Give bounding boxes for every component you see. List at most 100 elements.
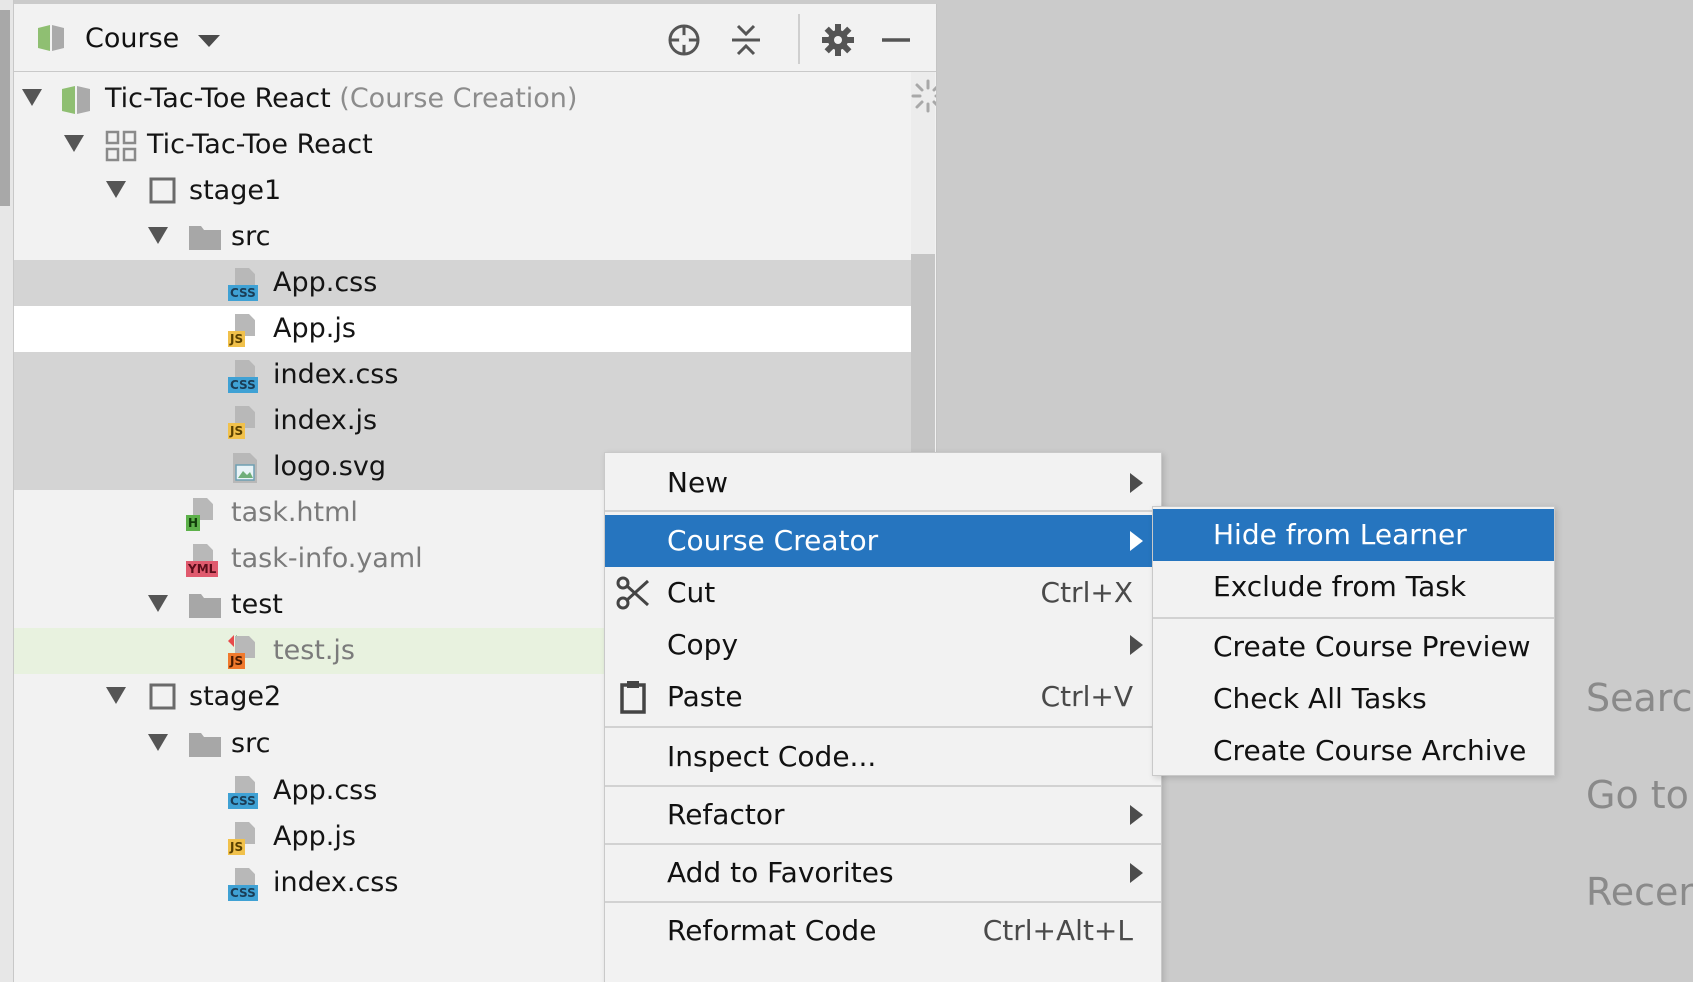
task-square-icon xyxy=(149,683,176,710)
chevron-down-icon[interactable] xyxy=(198,35,220,47)
submenu-arrow-icon xyxy=(1130,805,1143,825)
css-file-icon: CSS xyxy=(228,867,262,901)
tree-label: task.html xyxy=(231,497,358,528)
tree-row-lesson[interactable]: Tic-Tac-Toe React xyxy=(14,122,911,168)
js-file-icon: JS xyxy=(228,313,262,347)
menu-item-reformat-code[interactable]: Reformat Code Ctrl+Alt+L xyxy=(605,905,1161,957)
expand-toggle-icon[interactable] xyxy=(148,227,168,244)
submenu-item-hide-from-learner[interactable]: Hide from Learner xyxy=(1153,509,1554,561)
image-file-icon xyxy=(233,453,257,483)
menu-separator xyxy=(605,510,1161,512)
lesson-grid-icon xyxy=(105,130,137,162)
course-book-icon[interactable] xyxy=(36,22,68,54)
menu-item-course-creator[interactable]: Course Creator xyxy=(605,515,1161,567)
expand-toggle-icon[interactable] xyxy=(106,181,126,198)
submenu-arrow-icon xyxy=(1130,531,1143,551)
expand-toggle-icon[interactable] xyxy=(106,687,126,704)
gutter-marker xyxy=(0,10,10,206)
tree-row-src[interactable]: src xyxy=(14,214,911,260)
css-file-icon: CSS xyxy=(228,775,262,809)
test-js-file-icon: JS xyxy=(228,635,262,669)
expand-toggle-icon[interactable] xyxy=(148,734,168,751)
folder-icon xyxy=(189,226,221,250)
course-book-icon xyxy=(62,86,90,114)
hint-search: Search xyxy=(1586,676,1693,720)
expand-toggle-icon[interactable] xyxy=(148,595,168,612)
minimize-icon[interactable] xyxy=(876,20,916,60)
locate-icon[interactable] xyxy=(664,20,704,60)
expand-toggle-icon[interactable] xyxy=(22,89,42,106)
css-file-icon: CSS xyxy=(228,267,262,301)
css-file-icon: CSS xyxy=(228,359,262,393)
menu-item-cut[interactable]: Cut Ctrl+X xyxy=(605,567,1161,619)
course-creator-submenu: Hide from Learner Exclude from Task Crea… xyxy=(1152,506,1555,776)
menu-separator xyxy=(605,901,1161,903)
tree-label: index.css xyxy=(273,867,399,898)
tree-row-file[interactable]: CSS App.css xyxy=(14,260,911,306)
toolbar-divider xyxy=(798,14,800,64)
tree-label: App.js xyxy=(273,821,356,852)
tree-label: src xyxy=(231,728,271,759)
tree-label: test.js xyxy=(273,635,356,666)
tree-row-course[interactable]: Tic-Tac-Toe React (Course Creation) xyxy=(14,76,911,122)
course-mode-suffix: (Course Creation) xyxy=(339,83,578,114)
hint-recent: Recen xyxy=(1586,870,1693,914)
tree-label: index.css xyxy=(273,359,399,390)
menu-separator xyxy=(605,843,1161,845)
tree-row-file[interactable]: CSS index.css xyxy=(14,352,911,398)
menu-separator xyxy=(1153,617,1554,619)
html-file-icon: H xyxy=(186,497,220,531)
submenu-arrow-icon xyxy=(1130,863,1143,883)
collapse-all-icon[interactable] xyxy=(726,20,766,60)
folder-icon xyxy=(189,733,221,757)
gear-icon[interactable] xyxy=(818,20,858,60)
shortcut-label: Ctrl+V xyxy=(1040,680,1133,713)
tree-row-stage1[interactable]: stage1 xyxy=(14,168,911,214)
tree-label: logo.svg xyxy=(273,451,386,482)
tree-row-file[interactable]: JS App.js xyxy=(14,306,911,352)
view-selector-label[interactable]: Course xyxy=(85,23,179,54)
clipboard-icon xyxy=(620,681,646,714)
context-menu: New Course Creator Cut Ctrl+X Copy Paste… xyxy=(604,452,1162,982)
tree-label: App.js xyxy=(273,313,356,344)
tree-label: Tic-Tac-Toe React (Course Creation) xyxy=(105,83,578,114)
js-file-icon: JS xyxy=(228,405,262,439)
tree-label: test xyxy=(231,589,283,620)
tree-label: App.css xyxy=(273,267,378,298)
menu-item-add-to-favorites[interactable]: Add to Favorites xyxy=(605,847,1161,899)
left-gutter xyxy=(0,0,14,982)
hint-goto: Go to xyxy=(1586,773,1689,817)
tree-label: stage2 xyxy=(189,681,282,712)
tree-label: Tic-Tac-Toe React xyxy=(147,129,373,160)
js-file-icon: JS xyxy=(228,821,262,855)
folder-icon xyxy=(189,594,221,618)
menu-item-inspect-code[interactable]: Inspect Code... xyxy=(605,731,1161,783)
tree-label: index.js xyxy=(273,405,378,436)
tree-row-file[interactable]: JS index.js xyxy=(14,398,911,444)
loading-spinner-icon xyxy=(911,79,936,113)
shortcut-label: Ctrl+Alt+L xyxy=(982,914,1133,947)
submenu-item-exclude-from-task[interactable]: Exclude from Task xyxy=(1153,561,1554,613)
tool-window-header: Course xyxy=(14,4,936,72)
menu-item-new[interactable]: New xyxy=(605,457,1161,509)
submenu-arrow-icon xyxy=(1130,473,1143,493)
menu-item-refactor[interactable]: Refactor xyxy=(605,789,1161,841)
tree-label: stage1 xyxy=(189,175,282,206)
submenu-item-create-course-archive[interactable]: Create Course Archive xyxy=(1153,725,1554,777)
yaml-file-icon: YML xyxy=(186,543,220,577)
scissors-icon xyxy=(616,576,650,610)
task-square-icon xyxy=(149,177,176,204)
tree-label: src xyxy=(231,221,271,252)
tree-scrollbar-thumb[interactable] xyxy=(911,254,935,454)
menu-separator xyxy=(605,785,1161,787)
submenu-item-create-course-preview[interactable]: Create Course Preview xyxy=(1153,621,1554,673)
menu-item-paste[interactable]: Paste Ctrl+V xyxy=(605,671,1161,723)
submenu-arrow-icon xyxy=(1130,635,1143,655)
submenu-item-check-all-tasks[interactable]: Check All Tasks xyxy=(1153,673,1554,725)
tree-label: task-info.yaml xyxy=(231,543,423,574)
menu-item-copy[interactable]: Copy xyxy=(605,619,1161,671)
expand-toggle-icon[interactable] xyxy=(64,135,84,152)
shortcut-label: Ctrl+X xyxy=(1040,576,1133,609)
tree-label: App.css xyxy=(273,775,378,806)
menu-separator xyxy=(605,726,1161,728)
